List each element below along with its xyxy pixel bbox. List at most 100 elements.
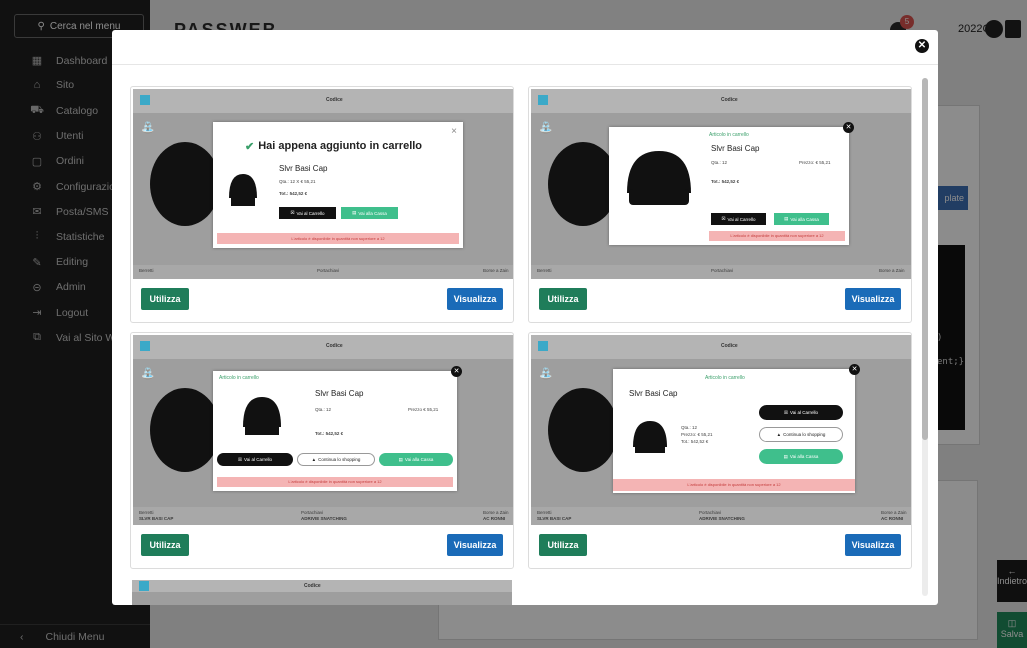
cart-icon: ☒ [290,210,295,215]
product-total: Tot.: 542,52 € [279,191,308,196]
go-to-checkout-label: Vai alla Cassa [358,210,387,216]
close-icon[interactable]: ✕ [849,364,860,375]
view-template-button[interactable]: Visualizza [845,288,901,310]
footer-col: Portachiavi [699,510,722,515]
template-card: Codice ⛲ ✕ Articolo in carrello Slvr Bas… [528,86,912,323]
preview-footer: Berretti Portachiavi Borse a Zain [133,265,513,279]
template-preview-partial: Codice [132,580,512,605]
template-preview: Codice ⛲ ✕ Articolo in carrello Slvr Bas… [133,335,513,525]
use-template-button[interactable]: Utilizza [539,288,587,310]
product-name: Slvr Basi Cap [629,389,678,398]
modal-header-divider [112,64,938,65]
template-preview: Codice ⛲ ✕ Articolo in carrello Slvr Bas… [531,335,911,525]
bag-icon: ▲ [311,457,317,462]
continue-shopping-button[interactable]: ▲ Continua lo shopping [297,453,375,466]
cap-image [229,174,257,206]
footer-col: Borse a Zain [879,268,905,273]
view-template-button[interactable]: Visualizza [845,534,901,556]
preview-logo [538,95,548,105]
continue-shopping-button[interactable]: ▲ Continua lo shopping [759,427,843,442]
product-total: Tot.: 542,52 € [681,439,709,444]
go-to-cart-button[interactable]: ☒ Vai al Carrello [279,207,336,219]
go-to-cart-button[interactable]: ☒ Vai al Carrello [711,213,766,225]
bag-icon: ⛲ [539,368,553,380]
template-card: Codice ⛲ ✕ Articolo in carrello Slvr Bas… [130,332,514,569]
cart-popup: ✕ Articolo in carrello Slvr Basi Cap Qta… [609,122,854,245]
close-icon[interactable]: ✕ [915,39,929,53]
product-qty: Qta.: 12 [681,425,698,430]
use-template-button[interactable]: Utilizza [539,534,587,556]
go-to-checkout-button[interactable]: ▤ Vai alla Cassa [379,453,453,466]
cart-icon: ☒ [784,409,789,415]
template-preview: Codice ⛲ × ✔ Hai appena aggiunto in carr… [133,89,513,279]
footer-col: Portachiavi [317,268,340,273]
product-qty: Qta.: 12 [711,160,728,165]
go-to-checkout-button[interactable]: ▤ Vai alla Cassa [341,207,398,219]
cart-icon: ☒ [238,456,243,462]
footer-col: Borse a Zain [483,268,509,273]
preview-header-label: Codice [326,97,343,103]
footer-sub: AC RONNI [881,516,904,521]
product-price: Prezzo: € 55,21 [799,160,831,165]
preview-logo [139,581,149,591]
go-to-checkout-label: Vai alla Cassa [404,457,434,462]
added-label: Articolo in carrello [705,375,745,381]
use-template-button[interactable]: Utilizza [141,288,189,310]
cart-icon: ☒ [721,216,726,221]
card-icon: ▤ [352,210,357,215]
cap-image [548,388,618,472]
template-card: Codice ⛲ × ✔ Hai appena aggiunto in carr… [130,86,514,323]
preview-header-label: Codice [721,97,738,103]
close-icon[interactable]: × [451,126,457,137]
stock-warning: L'articolo è disponibile in quantità non… [217,233,459,244]
footer-sub: AC RONNI [483,516,506,521]
popup-title: Hai appena aggiunto in carrello [258,140,423,152]
bag-icon: ⛲ [141,122,155,134]
go-to-checkout-button[interactable]: ▤ Vai alla Cassa [774,213,829,225]
cap-image [633,421,667,453]
footer-col: Portachiavi [711,268,734,273]
footer-sub: ADRIVIE SNATCHING [301,516,347,521]
footer-sub: SLVR BASI CAP [139,516,174,521]
footer-col: Portachiavi [301,510,324,515]
go-to-cart-label: Vai al Carrello [296,210,325,216]
footer-col: Berretti [537,268,552,273]
footer-col: Borse a Zain [881,510,907,515]
cap-image [627,151,691,205]
go-to-cart-button[interactable]: ☒ Vai al Carrello [217,453,293,466]
close-icon[interactable]: ✕ [451,366,462,377]
view-template-button[interactable]: Visualizza [447,534,503,556]
footer-sub: SLVR BASI CAP [537,516,572,521]
preview-header-label: Codice [304,583,321,589]
modal-scrollbar-thumb[interactable] [922,78,928,440]
footer-col: Berretti [537,510,552,515]
cart-popup: ✕ Articolo in carrello Slvr Basi Cap Qta… [613,364,860,493]
preview-logo [140,341,150,351]
product-name: Slvr Basi Cap [279,164,328,173]
preview-header [133,89,513,113]
product-price: Prezzo € 55,21 [408,407,439,412]
preview-footer: Berretti Portachiavi Borse a Zain [531,265,911,279]
stock-warning: L'articolo è disponibile in quantità non… [217,477,453,487]
product-price: Prezzo: € 55,21 [681,432,713,437]
added-label: Articolo in carrello [709,132,749,138]
bag-icon: ⛲ [141,368,155,380]
product-total: Tot.: 542,52 € [315,431,344,436]
preview-header [133,335,513,359]
template-card: Codice ⛲ ✕ Articolo in carrello Slvr Bas… [528,332,912,569]
close-icon[interactable]: ✕ [843,122,854,133]
card-icon: ▤ [398,456,403,462]
preview-footer: Berretti Portachiavi Borse a Zain SLVR B… [531,507,911,525]
use-template-button[interactable]: Utilizza [141,534,189,556]
go-to-checkout-label: Vai alla Cassa [790,216,819,222]
go-to-cart-label: Vai al Carrello [244,457,272,462]
preview-footer: Berretti Portachiavi Borse a Zain SLVR B… [133,507,513,525]
preview-header-label: Codice [721,343,738,349]
product-name: Slvr Basi Cap [315,389,364,398]
view-template-button[interactable]: Visualizza [447,288,503,310]
bag-icon: ⛲ [539,122,553,134]
stock-warning: L'articolo è disponibile in quantità non… [613,479,855,491]
go-to-cart-button[interactable]: ☒ Vai al Carrello [759,405,843,420]
go-to-checkout-button[interactable]: ▤ Vai alla Cassa [759,449,843,464]
continue-shopping-label: Continua lo shopping [318,457,361,462]
